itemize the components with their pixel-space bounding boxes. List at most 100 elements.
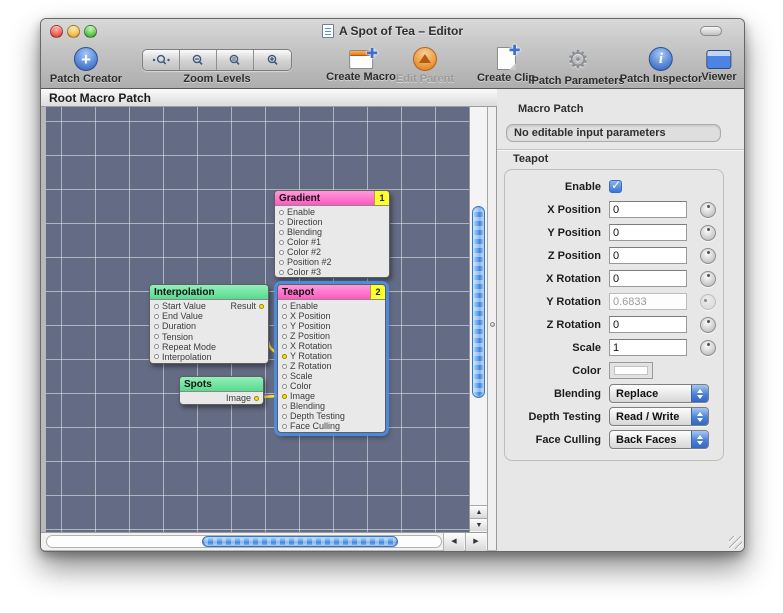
input-port-tension[interactable] <box>154 334 159 339</box>
parameter-row-z-position: Z Position <box>505 244 723 267</box>
input-port-enable[interactable] <box>282 304 287 309</box>
y-position-knob[interactable] <box>700 225 716 241</box>
title-bar[interactable]: A Spot of Tea – Editor <box>41 19 744 45</box>
input-port-image[interactable] <box>282 394 287 399</box>
node-header[interactable]: Interpolation <box>150 285 268 300</box>
y-rotation-field[interactable] <box>609 293 687 310</box>
patch-node-teapot[interactable]: Teapot2EnableX PositionY PositionZ Posit… <box>277 284 386 433</box>
popup-arrows-icon <box>691 431 708 448</box>
zoom-actual-button[interactable] <box>217 50 254 70</box>
depth-testing-popup[interactable]: Read / Write <box>609 407 709 426</box>
input-port-start-value[interactable] <box>154 304 159 309</box>
pane-splitter[interactable] <box>487 107 497 550</box>
port-label: Image <box>290 391 315 401</box>
create-clip-button[interactable]: ✚ Create Clip <box>477 47 535 84</box>
input-port-end-value[interactable] <box>154 314 159 319</box>
input-port-z-rotation[interactable] <box>282 364 287 369</box>
input-port-y-rotation[interactable] <box>282 354 287 359</box>
scroll-right-button[interactable]: ▶ <box>465 533 486 551</box>
z-position-field[interactable] <box>609 247 687 264</box>
port-label: Color <box>290 381 312 391</box>
editor-window: A Spot of Tea – Editor + Patch Creator <box>40 18 745 552</box>
input-port-scale[interactable] <box>282 374 287 379</box>
input-port-repeat-mode[interactable] <box>154 344 159 349</box>
port-label: Blending <box>290 401 325 411</box>
input-port-x-rotation[interactable] <box>282 344 287 349</box>
patch-inspector-button[interactable]: i Patch Inspector <box>620 47 703 85</box>
parameter-label: Scale <box>505 342 601 354</box>
patch-node-spots[interactable]: SpotsImage <box>179 376 264 405</box>
patch-node-gradient[interactable]: Gradient1EnableDirectionBlendingColor #1… <box>274 190 390 278</box>
zoom-out-button[interactable] <box>180 50 217 70</box>
scale-field[interactable] <box>609 339 687 356</box>
node-header[interactable]: Teapot2 <box>278 285 385 300</box>
vertical-scrollbar[interactable]: ▲ ▼ <box>469 107 487 550</box>
x-position-field[interactable] <box>609 201 687 218</box>
y-rotation-knob[interactable] <box>700 294 716 310</box>
output-port-result[interactable] <box>259 304 264 309</box>
node-header[interactable]: Gradient1 <box>275 191 389 206</box>
parameter-row-x-position: X Position <box>505 198 723 221</box>
enable-checkbox[interactable] <box>609 180 622 193</box>
port-label: Start Value <box>162 301 206 311</box>
vertical-scrollbar-thumb[interactable] <box>472 206 485 398</box>
input-port-blending[interactable] <box>282 404 287 409</box>
input-port-position-2[interactable] <box>279 260 284 265</box>
zoom-in-button[interactable] <box>254 50 291 70</box>
port-label: Scale <box>290 371 313 381</box>
scale-knob[interactable] <box>700 340 716 356</box>
scroll-up-button[interactable]: ▲ <box>470 505 488 518</box>
input-port-blending[interactable] <box>279 230 284 235</box>
input-port-direction[interactable] <box>279 220 284 225</box>
input-port-x-position[interactable] <box>282 314 287 319</box>
editor-pane: Gradient1EnableDirectionBlendingColor #1… <box>41 107 497 551</box>
resize-grip[interactable] <box>729 536 742 549</box>
input-port-duration[interactable] <box>154 324 159 329</box>
create-macro-button[interactable]: ✚ Create Macro <box>326 47 396 83</box>
output-port-image[interactable] <box>254 396 259 401</box>
z-rotation-knob[interactable] <box>700 317 716 333</box>
input-port-color-3[interactable] <box>279 270 284 275</box>
input-port-interpolation[interactable] <box>154 354 159 359</box>
input-port-face-culling[interactable] <box>282 424 287 429</box>
face-culling-popup[interactable]: Back Faces <box>609 430 709 449</box>
zoom-fit-button[interactable] <box>143 50 180 70</box>
blending-popup[interactable]: Replace <box>609 384 709 403</box>
input-port-depth-testing[interactable] <box>282 414 287 419</box>
patch-canvas[interactable]: Gradient1EnableDirectionBlendingColor #1… <box>46 107 469 532</box>
patch-creator-button[interactable]: + Patch Creator <box>50 47 122 85</box>
horizontal-scrollbar-track[interactable] <box>46 535 442 548</box>
popup-selected-value: Read / Write <box>610 408 691 425</box>
viewer-button[interactable]: Viewer <box>701 47 736 83</box>
patch-node-interpolation[interactable]: InterpolationStart ValueResultEnd ValueD… <box>149 284 269 364</box>
popup-selected-value: Replace <box>610 385 691 402</box>
color-swatch <box>614 366 648 375</box>
patch-parameters-button[interactable]: ⚙ Patch Parameters <box>532 47 625 87</box>
horizontal-scrollbar[interactable]: ◀ ▶ <box>41 532 487 550</box>
port-label: X Position <box>290 311 331 321</box>
color-well[interactable] <box>609 362 653 379</box>
scroll-down-button[interactable]: ▼ <box>470 518 488 531</box>
edit-parent-button[interactable]: Edit Parent <box>396 47 454 85</box>
parameter-row-enable: Enable <box>505 175 723 198</box>
input-port-color-2[interactable] <box>279 250 284 255</box>
z-rotation-field[interactable] <box>609 316 687 333</box>
parameter-label: X Position <box>505 204 601 216</box>
y-position-field[interactable] <box>609 224 687 241</box>
port-label: Duration <box>162 321 196 331</box>
scroll-left-button[interactable]: ◀ <box>443 533 464 551</box>
input-port-color-1[interactable] <box>279 240 284 245</box>
x-rotation-knob[interactable] <box>700 271 716 287</box>
input-port-y-position[interactable] <box>282 324 287 329</box>
x-rotation-field[interactable] <box>609 270 687 287</box>
x-position-knob[interactable] <box>700 202 716 218</box>
toolbar-toggle-button[interactable] <box>700 26 722 36</box>
input-port-enable[interactable] <box>279 210 284 215</box>
node-header[interactable]: Spots <box>180 377 263 392</box>
z-position-knob[interactable] <box>700 248 716 264</box>
input-port-color[interactable] <box>282 384 287 389</box>
input-port-z-position[interactable] <box>282 334 287 339</box>
splitter-handle[interactable] <box>490 322 495 327</box>
parameter-label: Face Culling <box>505 434 601 446</box>
horizontal-scrollbar-thumb[interactable] <box>202 536 398 547</box>
